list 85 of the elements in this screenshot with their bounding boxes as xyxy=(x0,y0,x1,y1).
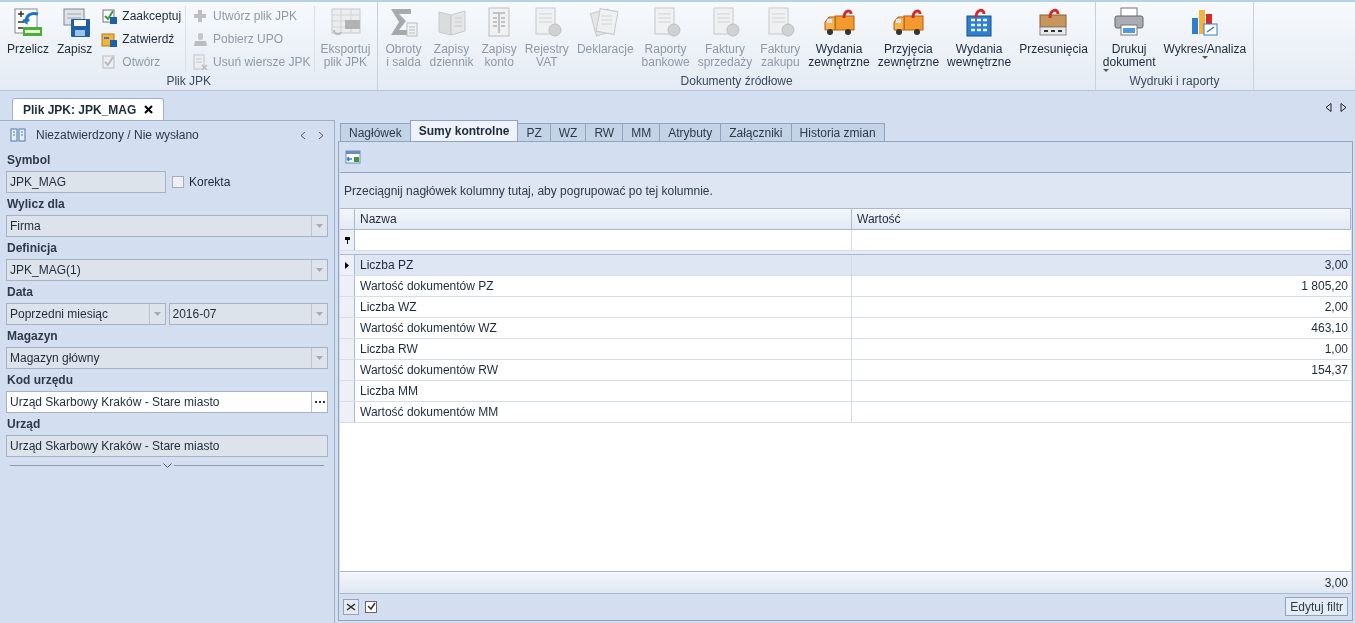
pin-icon[interactable] xyxy=(344,236,350,244)
tab[interactable]: MM xyxy=(622,123,661,141)
check-document-icon xyxy=(101,8,118,24)
tab[interactable]: PZ xyxy=(517,123,551,141)
ribbon-button[interactable]: Przelicz xyxy=(4,6,52,56)
ribbon-button[interactable]: Przesunięcia xyxy=(1016,6,1091,56)
truck-icon xyxy=(823,6,856,38)
table-cell-text: 1,00 xyxy=(1323,341,1349,358)
table-cell-text: 1 805,20 xyxy=(1300,278,1349,295)
ribbon-button[interactable]: Zapisz xyxy=(54,6,96,56)
checkbox-label: Korekta xyxy=(189,174,231,191)
book-icon xyxy=(10,128,26,142)
field-label: Magazyn xyxy=(6,328,59,345)
summary-total: 3,00 xyxy=(1324,574,1348,592)
status-text: Niezatwierdzony / Nie wysłano xyxy=(36,127,200,144)
field-label: Urząd xyxy=(6,416,42,433)
dropdown-field[interactable]: Firma xyxy=(6,215,328,237)
expand-icon[interactable] xyxy=(162,463,172,468)
edit-filter-button[interactable]: Edytuj filtr xyxy=(1285,597,1348,616)
dropdown-field[interactable]: Poprzedni miesiąc xyxy=(6,303,166,325)
tab[interactable]: Historia zmian xyxy=(790,123,885,141)
table-cell: Liczba PZ xyxy=(355,255,852,275)
table-cell: Wartość dokumentów WZ xyxy=(355,318,852,338)
column-header[interactable]: Nazwa xyxy=(355,209,852,229)
table-cell: Liczba WZ xyxy=(355,297,852,317)
stamp-icon xyxy=(192,31,209,47)
tab[interactable]: RW xyxy=(585,123,624,141)
table-cell-text: 2,00 xyxy=(1323,299,1349,316)
table-cell-text: 3,00 xyxy=(1323,257,1349,274)
table-cell: Wartość dokumentów RW xyxy=(355,360,852,380)
table-cell: Wartość dokumentów MM xyxy=(355,402,852,422)
group-label: Dokumenty źródłowe xyxy=(679,74,794,89)
field-label: Kod urzędu xyxy=(6,372,74,389)
calculator-icon xyxy=(12,6,44,38)
tab[interactable]: Sumy kontrolne xyxy=(409,120,519,141)
group-panel: Przeciągnij nagłówek kolumny tutaj, aby pogrupować po tej kolumnie. xyxy=(340,173,1351,209)
caret-icon xyxy=(1201,56,1208,60)
field-label: Wylicz dla xyxy=(6,196,66,213)
close-icon[interactable] xyxy=(144,105,154,114)
printer-icon xyxy=(1113,6,1146,38)
table-cell: Wartość dokumentów PZ xyxy=(355,276,852,296)
field-label: Symbol xyxy=(6,152,52,169)
column-header[interactable]: Wartość xyxy=(852,209,1351,229)
input-field[interactable]: JPK_MAG xyxy=(6,171,166,193)
scroll-left-icon[interactable] xyxy=(1325,103,1332,112)
ribbon-button[interactable]: Zaakceptuj xyxy=(101,6,182,26)
scroll-right-icon[interactable] xyxy=(1340,103,1347,112)
checkbox-icon xyxy=(101,54,118,70)
filter-checkbox[interactable] xyxy=(365,600,377,613)
tab[interactable]: Atrybuty xyxy=(659,123,722,141)
spreadsheet-icon xyxy=(329,6,362,38)
group-label: Plik JPK xyxy=(165,74,213,89)
ribbon-button[interactable]: Zatwierdź xyxy=(101,29,182,49)
document-x-icon xyxy=(192,54,209,70)
truck-icon xyxy=(892,6,925,38)
document-tab[interactable]: Plik JPK: JPK_MAG xyxy=(12,98,165,120)
current-row-icon xyxy=(345,261,349,269)
checkbox[interactable] xyxy=(172,176,184,188)
tab[interactable]: Załączniki xyxy=(720,123,792,141)
ribbon-button[interactable]: Przyjęcia zewnętrzne xyxy=(874,6,943,69)
input-field[interactable]: Urząd Skarbowy Kraków - Stare miasto xyxy=(6,435,328,457)
group-label: Wydruki i raporty xyxy=(1128,74,1221,89)
table-cell-text: 463,10 xyxy=(1310,320,1349,337)
grid-export-icon[interactable] xyxy=(345,150,361,164)
field-label: Data xyxy=(6,284,34,301)
ribbon-button[interactable]: Wykres/Analiza xyxy=(1160,6,1250,60)
clear-filter-icon[interactable] xyxy=(343,598,359,615)
ribbon-button[interactable]: Wydania zewnętrzne xyxy=(805,6,873,69)
caret-icon xyxy=(1102,69,1109,73)
table-cell-text: 154,37 xyxy=(1310,362,1349,379)
box-icon xyxy=(1037,6,1070,38)
field-label: Definicja xyxy=(6,240,58,257)
documents-icon xyxy=(589,6,622,38)
ribbon-button[interactable]: Drukuj dokument xyxy=(1099,6,1159,73)
tab[interactable]: Nagłówek xyxy=(340,123,411,141)
dropdown-field[interactable]: Magazyn główny xyxy=(6,347,328,369)
table-cell: Liczba MM xyxy=(355,381,852,401)
previous-icon[interactable] xyxy=(300,130,306,140)
next-icon[interactable] xyxy=(318,130,324,140)
dropdown-field[interactable]: JPK_MAG(1) xyxy=(6,259,328,281)
lookup-field[interactable]: Urząd Skarbowy Kraków - Stare miasto xyxy=(6,391,328,413)
plus-icon xyxy=(192,8,209,24)
ribbon-button[interactable]: Wydania wewnętrzne xyxy=(944,6,1015,69)
dropdown-field[interactable]: 2016-07 xyxy=(168,303,328,325)
table-cell: Liczba RW xyxy=(355,339,852,359)
